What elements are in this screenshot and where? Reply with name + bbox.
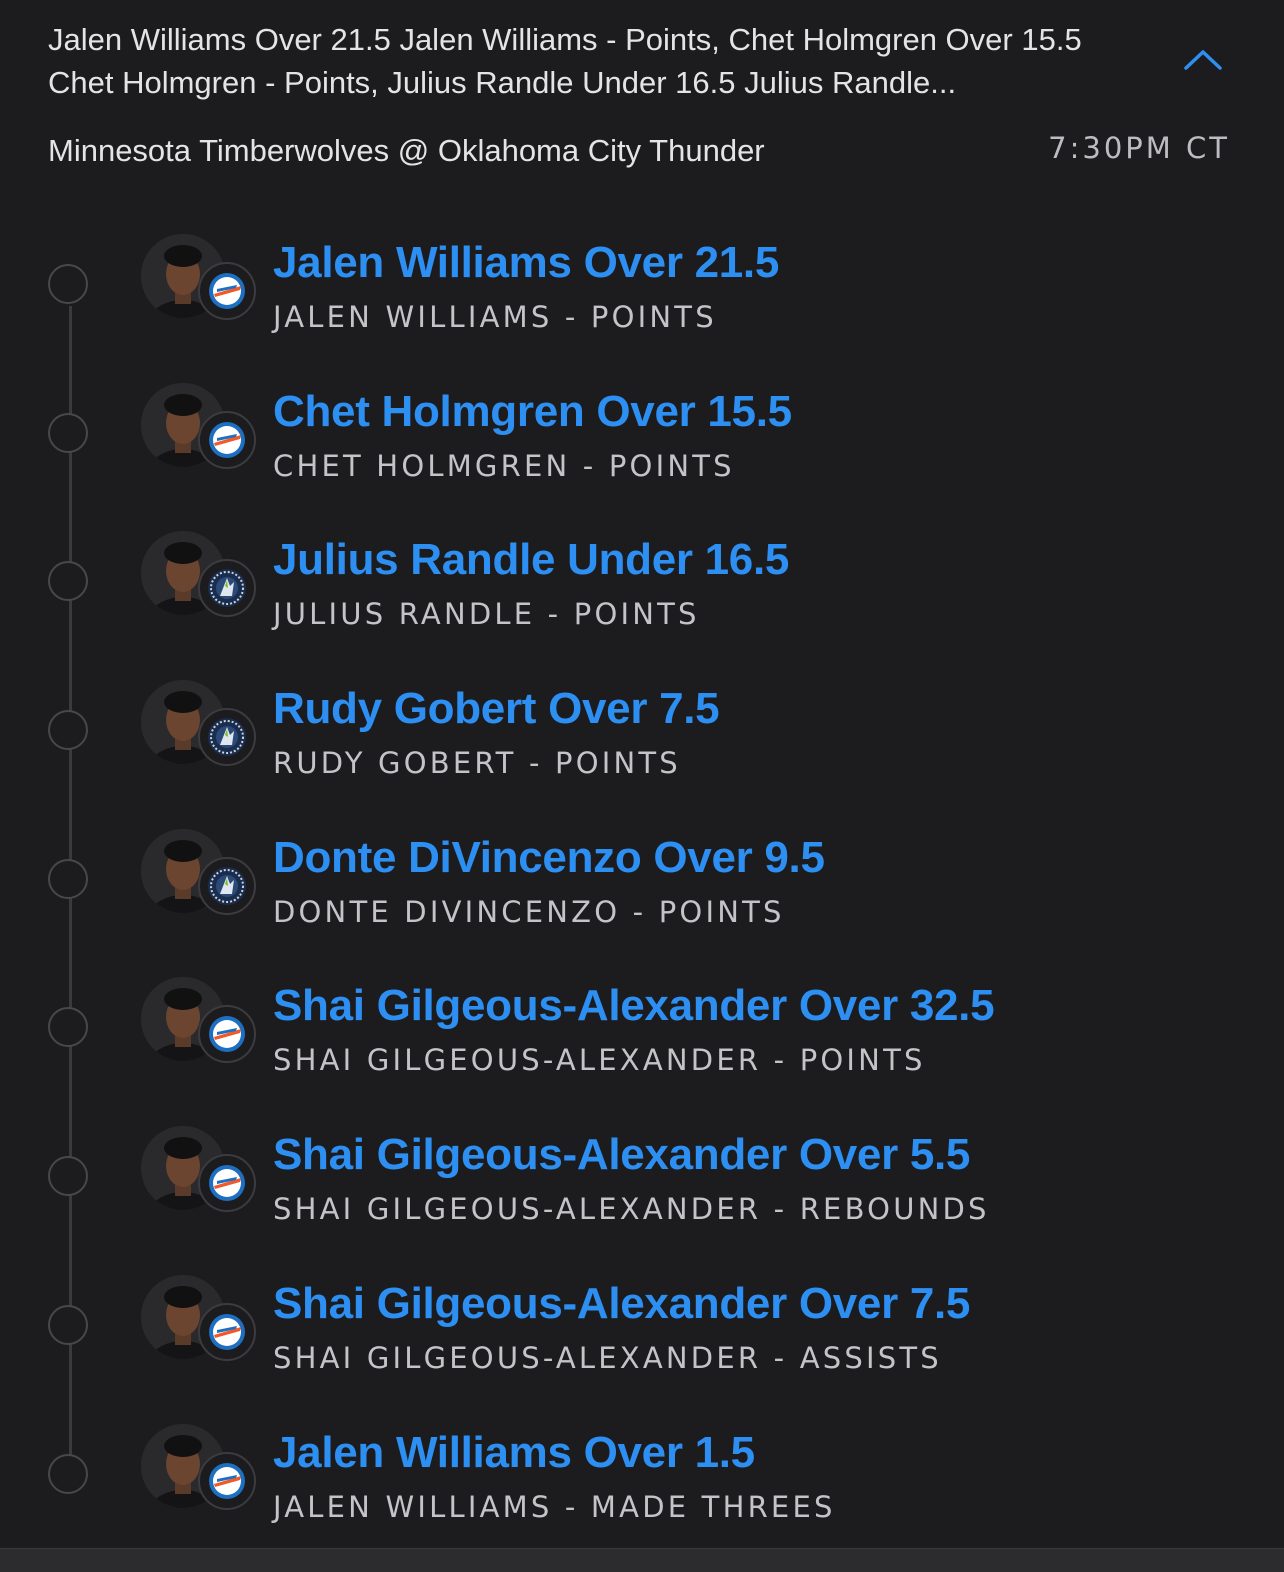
leg-title: Chet Holmgren Over 15.5 [273, 387, 792, 437]
bottom-bar [0, 1548, 1284, 1572]
leg-market: RUDY GOBERT - POINTS [273, 746, 681, 780]
leg-title: Shai Gilgeous-Alexander Over 32.5 [273, 981, 994, 1031]
timeline-node [48, 859, 88, 899]
timberwolves-logo-icon [198, 708, 256, 766]
timeline-node [48, 1156, 88, 1196]
leg-market: SHAI GILGEOUS-ALEXANDER - POINTS [273, 1043, 926, 1077]
parlay-leg[interactable]: Jalen Williams Over 21.5 JALEN WILLIAMS … [0, 234, 1284, 383]
parlay-leg[interactable]: Donte DiVincenzo Over 9.5 DONTE DIVINCEN… [0, 829, 1284, 978]
leg-market: DONTE DIVINCENZO - POINTS [273, 895, 785, 929]
parlay-leg[interactable]: Shai Gilgeous-Alexander Over 32.5 SHAI G… [0, 977, 1284, 1126]
timberwolves-logo-icon [198, 857, 256, 915]
game-time: 7:30PM CT [1048, 131, 1230, 165]
timeline-node [48, 1305, 88, 1345]
parlay-leg[interactable]: Chet Holmgren Over 15.5 CHET HOLMGREN - … [0, 383, 1284, 532]
parlay-header[interactable]: Jalen Williams Over 21.5 Jalen Williams … [48, 18, 1148, 104]
timeline-node [48, 264, 88, 304]
timeline-node [48, 710, 88, 750]
leg-title: Donte DiVincenzo Over 9.5 [273, 833, 825, 883]
leg-title: Jalen Williams Over 21.5 [273, 238, 779, 288]
thunder-logo-icon [198, 262, 256, 320]
leg-market: JALEN WILLIAMS - MADE THREES [273, 1490, 836, 1524]
chevron-up-icon [1180, 40, 1226, 80]
parlay-leg[interactable]: Shai Gilgeous-Alexander Over 7.5 SHAI GI… [0, 1275, 1284, 1424]
timeline-node [48, 561, 88, 601]
timberwolves-logo-icon [198, 559, 256, 617]
parlay-leg[interactable]: Shai Gilgeous-Alexander Over 5.5 SHAI GI… [0, 1126, 1284, 1275]
leg-market: SHAI GILGEOUS-ALEXANDER - REBOUNDS [273, 1192, 990, 1226]
thunder-logo-icon [198, 411, 256, 469]
timeline-node [48, 1454, 88, 1494]
leg-title: Jalen Williams Over 1.5 [273, 1428, 755, 1478]
thunder-logo-icon [198, 1154, 256, 1212]
parlay-leg[interactable]: Rudy Gobert Over 7.5 RUDY GOBERT - POINT… [0, 680, 1284, 829]
parlay-summary: Jalen Williams Over 21.5 Jalen Williams … [48, 18, 1143, 104]
collapse-button[interactable] [1180, 40, 1226, 80]
thunder-logo-icon [198, 1005, 256, 1063]
leg-market: JULIUS RANDLE - POINTS [273, 597, 700, 631]
timeline-node [48, 1007, 88, 1047]
timeline-node [48, 413, 88, 453]
thunder-logo-icon [198, 1303, 256, 1361]
leg-market: JALEN WILLIAMS - POINTS [273, 300, 717, 334]
game-matchup: Minnesota Timberwolves @ Oklahoma City T… [48, 133, 765, 169]
leg-title: Rudy Gobert Over 7.5 [273, 684, 719, 734]
parlay-legs-list: Jalen Williams Over 21.5 JALEN WILLIAMS … [0, 234, 1284, 1572]
leg-title: Julius Randle Under 16.5 [273, 535, 789, 585]
leg-market: CHET HOLMGREN - POINTS [273, 449, 735, 483]
leg-title: Shai Gilgeous-Alexander Over 7.5 [273, 1279, 970, 1329]
thunder-logo-icon [198, 1452, 256, 1510]
leg-title: Shai Gilgeous-Alexander Over 5.5 [273, 1130, 970, 1180]
parlay-leg[interactable]: Julius Randle Under 16.5 JULIUS RANDLE -… [0, 531, 1284, 680]
leg-market: SHAI GILGEOUS-ALEXANDER - ASSISTS [273, 1341, 942, 1375]
